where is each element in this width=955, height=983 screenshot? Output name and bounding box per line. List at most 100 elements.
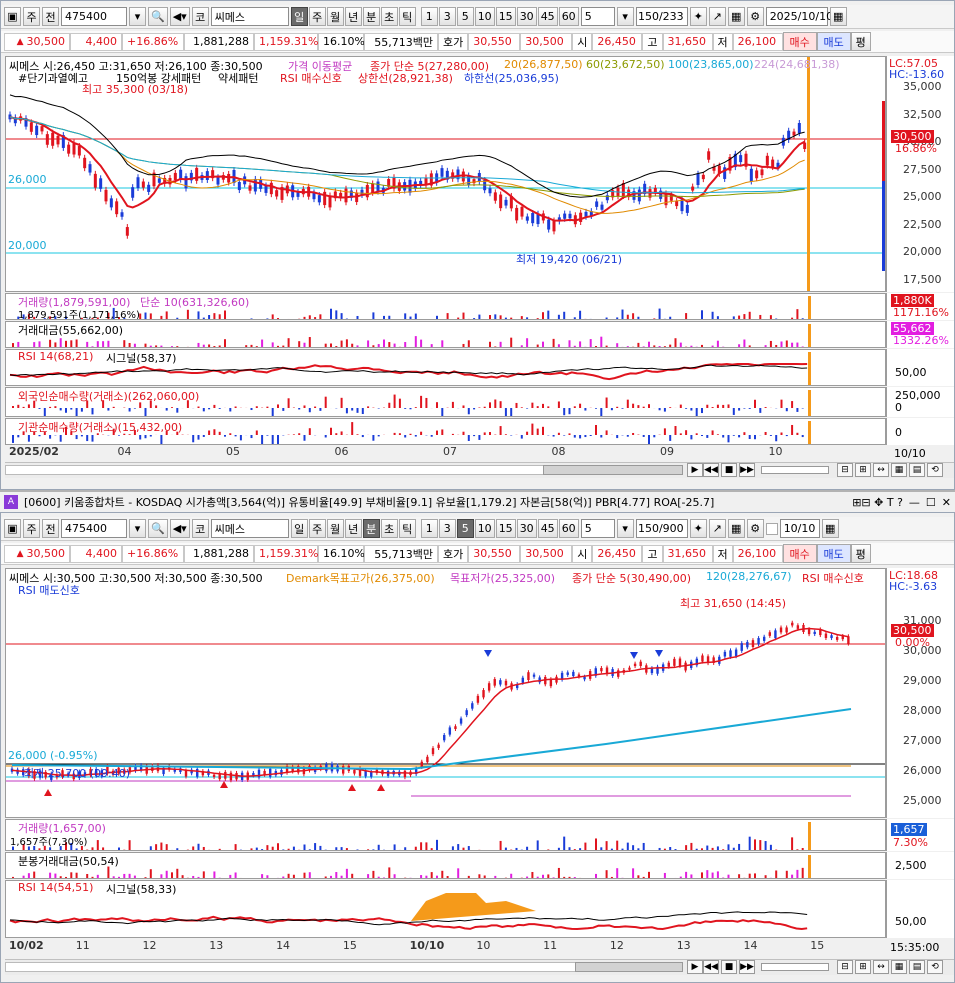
interval-button-7[interactable]: 60 (558, 7, 579, 26)
interval-button-4[interactable]: 15 (495, 519, 516, 538)
save-icon[interactable]: ▦ (727, 7, 745, 26)
interval-button-3[interactable]: 10 (474, 7, 495, 26)
minimize-icon[interactable]: — (909, 496, 920, 509)
trend-tool-icon[interactable]: ↗ (708, 7, 726, 26)
code-dropdown-icon[interactable]: ▾ (129, 7, 146, 26)
fit-icon[interactable]: ↔ (873, 463, 889, 477)
scroll-thumb[interactable] (543, 465, 683, 475)
window-icon[interactable]: ▣ (4, 519, 21, 538)
period-select[interactable]: 주 (23, 7, 40, 26)
period-button-2[interactable]: 월 (326, 7, 344, 26)
zoom-out-icon[interactable]: ⊟ (837, 960, 853, 974)
interval-dropdown-icon[interactable]: ▾ (616, 519, 634, 538)
reset-icon[interactable]: ⟲ (927, 463, 943, 477)
period-button-5[interactable]: 초 (380, 519, 398, 538)
stop-icon[interactable]: ■ (721, 960, 737, 974)
date-field[interactable]: 2025/10/10 (765, 7, 833, 26)
eval-button[interactable]: 평 (850, 544, 871, 563)
calendar-icon[interactable]: ▦ (829, 7, 847, 26)
close-icon[interactable]: ✕ (942, 496, 951, 509)
date-field[interactable]: 10/10 (779, 519, 820, 538)
calendar-icon[interactable]: ▦ (821, 519, 839, 538)
interval-button-3[interactable]: 10 (474, 519, 495, 538)
draw-tool-icon[interactable]: ✦ (689, 7, 707, 26)
bottom-rsi-panel[interactable]: RSI 14(54,51) 시그널(58,33) (5, 880, 886, 938)
period-button-2[interactable]: 월 (326, 519, 344, 538)
top-amount-panel[interactable]: 거래대금(55,662,00) (5, 321, 886, 348)
period-button-5[interactable]: 초 (380, 7, 398, 26)
fit-icon[interactable]: ↔ (873, 960, 889, 974)
code-input[interactable]: 475400 (61, 7, 127, 26)
stock-name-field[interactable]: 씨메스 (210, 519, 289, 538)
stop-icon[interactable]: ■ (721, 463, 737, 477)
interval-button-6[interactable]: 45 (537, 519, 558, 538)
count-field[interactable]: 150/900 (635, 519, 688, 538)
period-button-0[interactable]: 일 (290, 519, 308, 538)
market-select[interactable]: 코 (191, 519, 209, 538)
zoom-out-icon[interactable]: ⊟ (837, 463, 853, 477)
rewind-icon[interactable]: ◀◀ (703, 960, 719, 974)
grid-icon[interactable]: ▦ (891, 960, 907, 974)
interval-button-5[interactable]: 30 (516, 519, 537, 538)
search-icon[interactable]: 🔍 (148, 519, 168, 538)
bottom-volume-panel[interactable]: 거래량(1,657,00) 1,657주(7,30%) (5, 819, 886, 851)
bottom-scrollbar[interactable]: ▶ ◀◀ ■ ▶▶ ⊟ ⊞ ↔ ▦ ▤ ⟲ (5, 959, 954, 975)
scroll-right-icon[interactable]: ▶ (687, 960, 703, 974)
scroll-thumb[interactable] (575, 962, 683, 972)
period-button-1[interactable]: 주 (308, 7, 326, 26)
zoom-in-icon[interactable]: ⊞ (855, 463, 871, 477)
prev-select[interactable]: 전 (42, 519, 59, 538)
period-button-1[interactable]: 주 (308, 519, 326, 538)
sell-button[interactable]: 매도 (816, 32, 851, 51)
search-icon[interactable]: 🔍 (148, 7, 168, 26)
code-dropdown-icon[interactable]: ▾ (129, 519, 146, 538)
sell-button[interactable]: 매도 (816, 544, 851, 563)
sound-icon[interactable]: ◀▾ (169, 519, 190, 538)
sound-icon[interactable]: ◀▾ (169, 7, 190, 26)
interval-button-5[interactable]: 30 (516, 7, 537, 26)
market-select[interactable]: 코 (191, 7, 209, 26)
top-inst-panel[interactable]: 기관순매수량(거래소)(15,432,00) (5, 418, 886, 445)
eval-button[interactable]: 평 (850, 32, 871, 51)
interval-button-2[interactable]: 5 (456, 7, 474, 26)
rewind-icon[interactable]: ◀◀ (703, 463, 719, 477)
draw-tool-icon[interactable]: ✦ (689, 519, 707, 538)
title-tools-icon[interactable]: ⊞⊟ ✥ T ? (852, 496, 903, 509)
period-button-3[interactable]: 년 (344, 7, 362, 26)
layout-icon[interactable]: ▤ (909, 463, 925, 477)
maximize-icon[interactable]: ☐ (926, 496, 936, 509)
period-button-6[interactable]: 틱 (398, 519, 416, 538)
grid-icon[interactable]: ▦ (891, 463, 907, 477)
interval-button-7[interactable]: 60 (558, 519, 579, 538)
top-foreign-panel[interactable]: 외국인순매수량(거래소)(262,060,00) (5, 387, 886, 417)
bottom-price-panel[interactable]: 씨메스 시:30,500 고:30,500 저:30,500 종:30,500 … (5, 568, 886, 818)
period-button-3[interactable]: 년 (344, 519, 362, 538)
zoom-slider[interactable] (761, 963, 829, 971)
interval-button-0[interactable]: 1 (420, 7, 438, 26)
period-button-0[interactable]: 일 (290, 7, 308, 26)
trend-tool-icon[interactable]: ↗ (708, 519, 726, 538)
scroll-right-icon[interactable]: ▶ (687, 463, 703, 477)
interval-input[interactable]: 5 (580, 7, 615, 26)
period-button-6[interactable]: 틱 (398, 7, 416, 26)
checkbox[interactable] (765, 522, 778, 535)
layout-icon[interactable]: ▤ (909, 960, 925, 974)
code-input[interactable]: 475400 (61, 519, 127, 538)
interval-input[interactable]: 5 (580, 519, 615, 538)
forward-icon[interactable]: ▶▶ (739, 960, 755, 974)
interval-button-1[interactable]: 3 (438, 519, 456, 538)
bottom-amount-panel[interactable]: 분봉거래대금(50,54) (5, 852, 886, 879)
period-button-4[interactable]: 분 (362, 519, 380, 538)
gear-icon[interactable]: ⚙ (746, 7, 764, 26)
period-select[interactable]: 주 (23, 519, 40, 538)
window-icon[interactable]: ▣ (4, 7, 21, 26)
top-rsi-panel[interactable]: RSI 14(68,21) 시그널(58,37) (5, 349, 886, 386)
count-field[interactable]: 150/233 (635, 7, 688, 26)
interval-button-2[interactable]: 5 (456, 519, 474, 538)
interval-dropdown-icon[interactable]: ▾ (616, 7, 634, 26)
interval-button-6[interactable]: 45 (537, 7, 558, 26)
save-icon[interactable]: ▦ (727, 519, 745, 538)
forward-icon[interactable]: ▶▶ (739, 463, 755, 477)
stock-name-field[interactable]: 씨메스 (210, 7, 289, 26)
reset-icon[interactable]: ⟲ (927, 960, 943, 974)
